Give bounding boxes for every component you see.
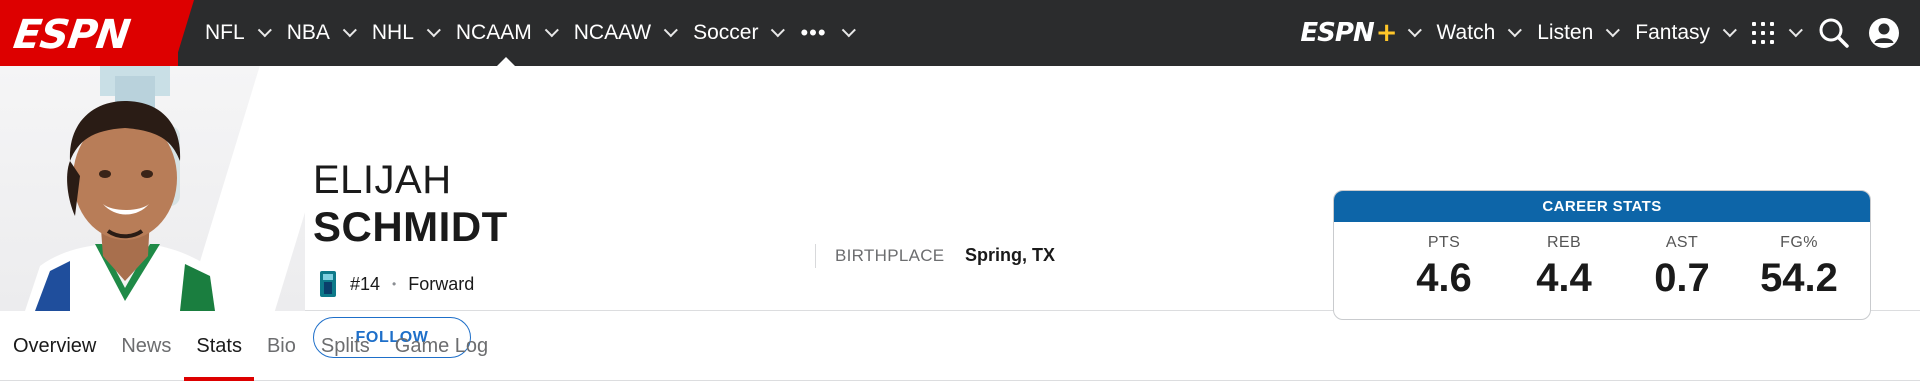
player-header: ELIJAH SCHMIDT #14 • Forward FOLLOW BIRT… — [0, 66, 1920, 358]
stat-value: 4.6 — [1416, 256, 1472, 300]
nav-item-label: NCAAM — [455, 21, 532, 44]
nav-item-ncaam[interactable]: NCAAM — [456, 0, 574, 66]
stat-label: PTS — [1427, 234, 1461, 251]
stat-label: AST — [1665, 234, 1699, 251]
stat-value: 0.7 — [1654, 256, 1710, 300]
stat-value: 4.4 — [1536, 256, 1592, 300]
more-icon: ••• — [800, 20, 827, 45]
utility-nav: ESPN + Watch Listen Fantasy — [1300, 0, 1920, 66]
nav-item-espn-plus[interactable]: ESPN + — [1300, 0, 1436, 66]
career-stats-title: CAREER STATS — [1334, 191, 1870, 222]
stat-label: REB — [1546, 234, 1582, 251]
stat-reb: REB 4.4 — [1504, 222, 1624, 301]
tab-stats[interactable]: Stats — [184, 312, 254, 381]
top-navigation: ESPN NFL NBA NHL NCAAM NCAAW Soccer ••• — [0, 0, 1920, 66]
nav-item-label: NCAAW — [573, 21, 652, 44]
tab-overview[interactable]: Overview — [13, 312, 96, 380]
tab-splits[interactable]: Splits — [321, 312, 370, 380]
jersey-number: #14 — [350, 273, 381, 294]
chevron-down-icon[interactable] — [257, 23, 272, 38]
chevron-down-icon[interactable] — [342, 23, 357, 38]
search-icon[interactable] — [1818, 17, 1850, 49]
espn-logo[interactable]: ESPN — [11, 12, 132, 58]
nav-item-label: Watch — [1436, 21, 1496, 44]
nav-item-label: Soccer — [693, 21, 759, 44]
nav-item-label: NFL — [205, 21, 245, 44]
tab-game-log[interactable]: Game Log — [395, 312, 488, 380]
chevron-down-icon[interactable] — [663, 23, 679, 38]
nav-item-watch[interactable]: Watch — [1437, 0, 1538, 66]
stat-value: 54.2 — [1760, 256, 1838, 300]
profile-icon[interactable] — [1868, 17, 1900, 49]
chevron-down-icon[interactable] — [426, 23, 441, 38]
tab-bio[interactable]: Bio — [267, 312, 296, 380]
nav-item-nba[interactable]: NBA — [287, 0, 372, 66]
career-stats-row: PTS 4.6 REB 4.4 AST 0.7 FG% 54.2 — [1334, 222, 1870, 319]
active-indicator — [496, 57, 515, 66]
chevron-down-icon[interactable] — [1508, 23, 1523, 38]
espn-plus-logo: ESPN + — [1300, 18, 1397, 48]
nav-item-label: Listen — [1537, 21, 1594, 44]
birthplace-value: Spring, TX — [965, 245, 1055, 265]
stat-ast: AST 0.7 — [1622, 222, 1742, 301]
player-meta: #14 • Forward — [320, 271, 474, 297]
nav-item-label: NBA — [286, 21, 330, 44]
nav-item-nfl[interactable]: NFL — [205, 0, 287, 66]
chevron-down-icon[interactable] — [771, 23, 786, 38]
stat-fg-pct: FG% 54.2 — [1739, 222, 1859, 301]
stat-pts: PTS 4.6 — [1384, 222, 1504, 301]
nav-item-more[interactable]: ••• — [800, 0, 870, 66]
chevron-down-icon[interactable] — [1722, 23, 1737, 38]
birthplace-label: BIRTHPLACE — [835, 246, 945, 265]
player-last-name: SCHMIDT — [313, 203, 508, 250]
player-position: Forward — [408, 273, 475, 294]
nav-item-nhl[interactable]: NHL — [372, 0, 456, 66]
divider — [815, 244, 816, 268]
tab-news[interactable]: News — [121, 312, 171, 380]
player-tabs: Overview News Stats Bio Splits Game Log — [0, 312, 1920, 381]
player-photo — [25, 101, 225, 311]
nav-item-label: Fantasy — [1635, 21, 1710, 44]
chevron-down-icon[interactable] — [1606, 23, 1621, 38]
nav-item-soccer[interactable]: Soccer — [693, 0, 800, 66]
sport-nav: NFL NBA NHL NCAAM NCAAW Soccer ••• — [205, 0, 871, 66]
nav-item-listen[interactable]: Listen — [1537, 0, 1635, 66]
chevron-down-icon[interactable] — [1407, 23, 1422, 38]
stat-label: FG% — [1780, 234, 1818, 251]
career-stats-card: CAREER STATS PTS 4.6 REB 4.4 AST 0.7 FG%… — [1333, 190, 1871, 320]
chevron-down-icon[interactable] — [544, 23, 559, 38]
player-first-name: ELIJAH — [313, 158, 452, 202]
team-logo-icon[interactable] — [320, 271, 336, 297]
chevron-down-icon[interactable] — [1788, 23, 1803, 38]
nav-item-label: NHL — [371, 21, 414, 44]
nav-item-apps[interactable] — [1752, 0, 1818, 66]
nav-item-ncaaw[interactable]: NCAAW — [574, 0, 693, 66]
grid-icon — [1752, 22, 1774, 44]
nav-item-fantasy[interactable]: Fantasy — [1635, 0, 1752, 66]
player-headshot — [0, 66, 305, 311]
meta-separator: • — [392, 277, 397, 291]
chevron-down-icon[interactable] — [841, 23, 856, 38]
